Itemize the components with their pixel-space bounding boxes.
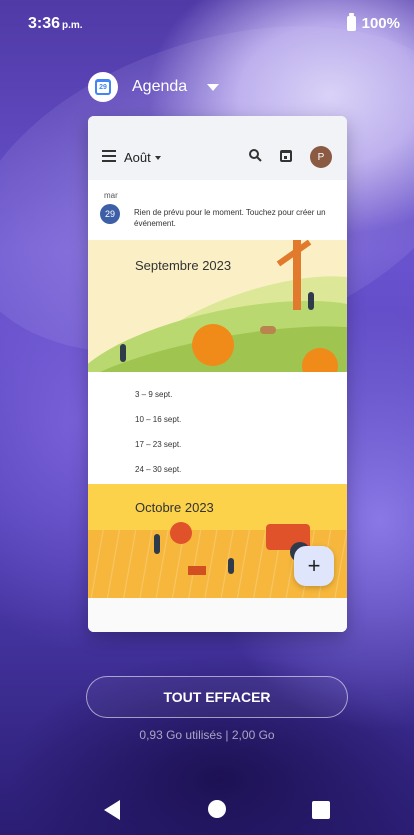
day-number: 29 [100, 204, 120, 224]
home-icon[interactable] [208, 800, 226, 818]
back-icon[interactable] [104, 800, 120, 820]
person-illustration [228, 558, 234, 574]
recents-icon[interactable] [312, 801, 330, 819]
crate-illustration [188, 566, 206, 575]
clock: 3:36 p.m. [28, 15, 83, 33]
month-banner-september: Septembre 2023 [88, 240, 347, 372]
menu-icon[interactable] [102, 150, 116, 162]
app-name: Agenda [132, 78, 188, 95]
person-illustration [308, 292, 314, 310]
card-bottom-strip [88, 598, 347, 632]
week-row[interactable]: 17 – 23 sept. [135, 440, 181, 449]
person-illustration [154, 534, 160, 554]
battery-percent: 100% [361, 15, 400, 32]
memory-usage: 0,93 Go utilisés | 2,00 Go [139, 728, 275, 742]
month-title: Octobre 2023 [135, 500, 214, 515]
calendar-app-icon[interactable]: 29 [88, 72, 118, 102]
person-illustration [120, 344, 126, 362]
week-row[interactable]: 24 – 30 sept. [135, 465, 181, 474]
month-title: Septembre 2023 [135, 258, 232, 273]
battery-status: 100% [346, 13, 400, 32]
month-label: Août [124, 150, 151, 165]
clock-ampm: p.m. [62, 20, 83, 31]
orange-tree-illustration [192, 324, 234, 366]
week-row[interactable]: 10 – 16 sept. [135, 415, 181, 424]
week-row[interactable]: 3 – 9 sept. [135, 390, 172, 399]
clear-all-button[interactable]: TOUT EFFACER [86, 676, 348, 718]
empty-day-message: Rien de prévu pour le moment. Touchez po… [134, 208, 326, 228]
recent-app-header[interactable]: 29 Agenda [88, 70, 220, 104]
recent-app-card[interactable]: Août P mar 29 Rien de prévu pour le mome… [88, 116, 347, 632]
day-abbr: mar [104, 191, 118, 200]
battery-icon [346, 13, 356, 31]
calendar-icon[interactable] [280, 150, 292, 162]
search-icon[interactable] [248, 148, 262, 162]
dog-illustration [260, 326, 276, 334]
orange-tree-illustration [170, 522, 192, 544]
add-event-button[interactable]: + [294, 546, 334, 586]
status-bar: 3:36 p.m. 100% [0, 0, 414, 44]
avatar[interactable]: P [310, 146, 332, 168]
month-chevron-down-icon [154, 155, 161, 160]
clock-time: 3:36 [28, 15, 61, 32]
app-menu-chevron-icon[interactable] [207, 83, 220, 91]
app-icon-day: 29 [97, 82, 109, 93]
month-selector[interactable]: Août [124, 150, 161, 165]
calendar-toolbar: Août P [88, 116, 347, 180]
add-icon: + [307, 553, 321, 578]
